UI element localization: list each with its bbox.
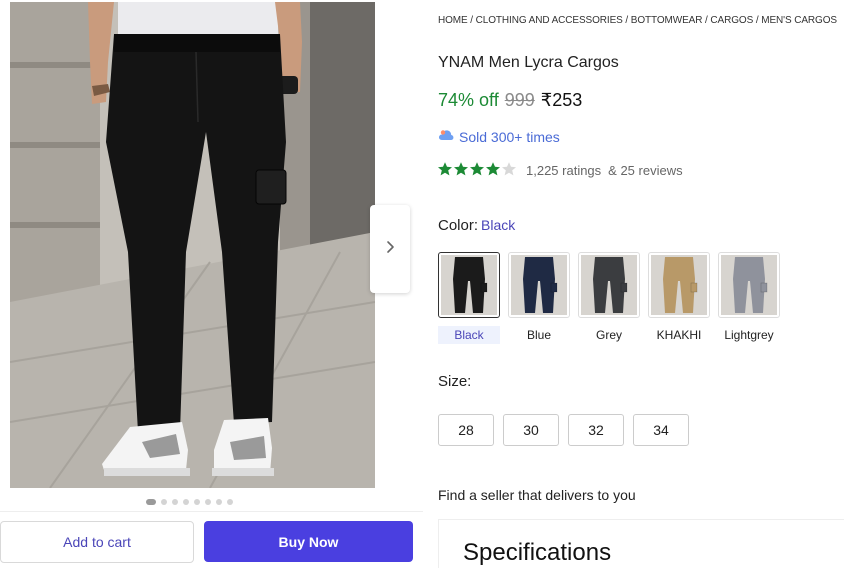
- selected-color: Black: [481, 217, 516, 233]
- breadcrumb-separator: /: [467, 15, 476, 26]
- price-row: 74% off 999 ₹253: [438, 90, 582, 111]
- product-main-image[interactable]: [10, 2, 375, 488]
- color-thumbnail: [438, 252, 500, 318]
- color-option-blue[interactable]: Blue: [508, 252, 570, 344]
- star-rating: [437, 161, 517, 180]
- size-options: 28 30 32 34: [438, 414, 689, 446]
- size-option-30[interactable]: 30: [503, 414, 559, 446]
- mrp-price: 999: [504, 90, 535, 110]
- color-option-label: KHAKHI: [656, 328, 702, 342]
- product-title: YNAM Men Lycra Cargos: [438, 54, 619, 71]
- color-thumbnail: [718, 252, 780, 318]
- gallery-dot[interactable]: [227, 499, 233, 505]
- color-label: Color: Black: [438, 217, 515, 234]
- next-image-button[interactable]: [370, 205, 410, 293]
- gallery-dot[interactable]: [183, 499, 189, 505]
- breadcrumb-item[interactable]: HOME: [438, 15, 468, 26]
- color-option-label: Blue: [526, 328, 552, 342]
- size-option-28[interactable]: 28: [438, 414, 494, 446]
- rating-row: 1,225 ratings & 25 reviews: [437, 161, 689, 180]
- sold-badge: Sold 300+ times: [438, 128, 560, 145]
- gallery-pagination: [146, 499, 233, 505]
- color-option-label: Grey: [595, 328, 622, 342]
- color-label-text: Color:: [438, 217, 479, 234]
- selling-price: ₹253: [540, 90, 583, 110]
- star-icon: [453, 161, 469, 180]
- size-label: Size:: [438, 373, 472, 390]
- buy-now-button[interactable]: Buy Now: [204, 521, 413, 562]
- color-option-label: Lightgrey: [724, 328, 774, 342]
- discount-text: 74% off: [438, 90, 499, 110]
- color-option-lightgrey[interactable]: Lightgrey: [718, 252, 780, 344]
- star-icon: [437, 161, 453, 180]
- cloud-badge-icon: [438, 128, 454, 145]
- star-icon: [501, 161, 517, 180]
- star-icon: [485, 161, 501, 180]
- add-to-cart-button[interactable]: Add to cart: [0, 521, 194, 563]
- color-thumbnail: [508, 252, 570, 318]
- breadcrumb-item[interactable]: CLOTHING AND ACCESSORIES: [476, 15, 623, 26]
- star-icon: [469, 161, 485, 180]
- divider: [0, 511, 423, 512]
- specifications-title: Specifications: [463, 539, 612, 566]
- gallery-dot[interactable]: [161, 499, 167, 505]
- chevron-right-icon: [384, 240, 396, 259]
- product-photo: [10, 2, 375, 488]
- color-option-black[interactable]: Black: [438, 252, 500, 344]
- breadcrumb: HOME / CLOTHING AND ACCESSORIES / BOTTOM…: [438, 15, 837, 26]
- gallery-dot[interactable]: [194, 499, 200, 505]
- color-options: Black Blue Grey KHAKHI Lightgrey: [438, 252, 780, 344]
- ratings-count[interactable]: 1,225 ratings: [526, 163, 601, 178]
- breadcrumb-separator: /: [753, 15, 762, 26]
- color-option-label: Black: [438, 326, 500, 344]
- color-thumbnail: [578, 252, 640, 318]
- sold-text: Sold 300+ times: [459, 128, 560, 145]
- gallery-dot[interactable]: [216, 499, 222, 505]
- gallery-dot[interactable]: [172, 499, 178, 505]
- breadcrumb-item[interactable]: MEN'S CARGOS: [761, 15, 837, 26]
- color-option-khakhi[interactable]: KHAKHI: [648, 252, 710, 344]
- gallery-dot[interactable]: [146, 499, 156, 505]
- size-option-34[interactable]: 34: [633, 414, 689, 446]
- color-option-grey[interactable]: Grey: [578, 252, 640, 344]
- breadcrumb-item[interactable]: CARGOS: [710, 15, 753, 26]
- color-thumbnail: [648, 252, 710, 318]
- find-seller-text: Find a seller that delivers to you: [438, 487, 636, 503]
- reviews-count[interactable]: & 25 reviews: [608, 163, 682, 178]
- size-option-32[interactable]: 32: [568, 414, 624, 446]
- breadcrumb-item[interactable]: BOTTOMWEAR: [631, 15, 703, 26]
- breadcrumb-separator: /: [622, 15, 631, 26]
- gallery-dot[interactable]: [205, 499, 211, 505]
